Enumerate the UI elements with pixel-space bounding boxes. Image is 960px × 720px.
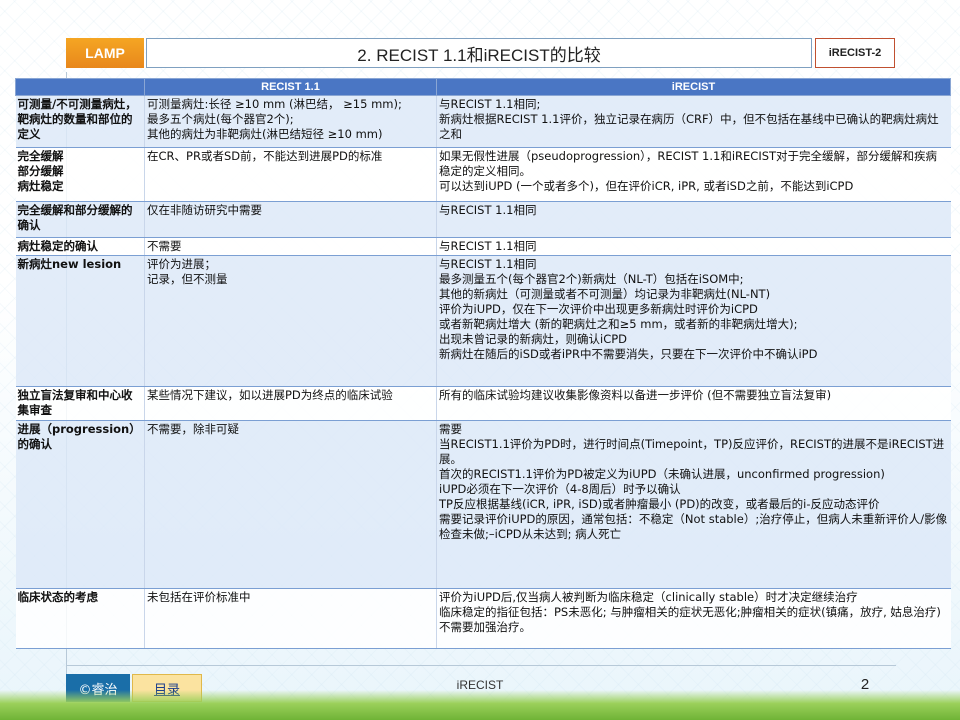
recist-cell: 仅在非随访研究中需要 [144, 201, 437, 238]
comparison-table: RECIST 1.1 iRECIST 可测量/不可测量病灶，靶病灶的数量和部位的… [15, 78, 951, 649]
irecist-cell: 与RECIST 1.1相同 [436, 237, 951, 256]
footer-divider [66, 665, 896, 666]
cell-line: 记录，但不测量 [147, 272, 228, 286]
recist-cell: 不需要，除非可疑 [144, 420, 437, 589]
cell-line: 首次的RECIST1.1评价为PD被定义为iUPD（未确认进展，unconfir… [439, 467, 885, 481]
table-row: 完全缓解和部分缓解的确认 仅在非随访研究中需要 与RECIST 1.1相同 [15, 201, 951, 238]
recist-cell: 未包括在评价标准中 [144, 588, 437, 649]
cell-line: 新病灶在随后的iSD或者iPR中不需要消失，只要在下一次评价中不确认iPD [439, 347, 818, 361]
page-title: 2. RECIST 1.1和iRECIST的比较 [146, 38, 812, 68]
cell-line: 某些情况下建议，如以进展PD为终点的临床试验 [147, 388, 393, 402]
table-row: 病灶稳定的确认 不需要 与RECIST 1.1相同 [15, 237, 951, 256]
cell-line: 与RECIST 1.1相同 [439, 239, 537, 253]
cell-line: 不需要 [147, 239, 182, 253]
cell-line: 与RECIST 1.1相同 [439, 257, 537, 271]
irecist-cell: 评价为iUPD后,仅当病人被判断为临床稳定（clinically stable）… [436, 588, 951, 649]
recist-cell: 某些情况下建议，如以进展PD为终点的临床试验 [144, 386, 437, 421]
cell-line: 与RECIST 1.1相同; [439, 97, 541, 111]
cell-line: 可测量/不可测量病灶，靶病灶的数量和部位的定义 [17, 97, 137, 141]
table-row: 可测量/不可测量病灶，靶病灶的数量和部位的定义 可测量病灶:长径 ≥10 mm (… [15, 95, 951, 148]
cell-line: 其他的病灶为非靶病灶(淋巴结短径 ≥10 mm) [147, 127, 383, 141]
cell-line: 出现未曾记录的新病灶，则确认iCPD [439, 332, 628, 346]
irecist-cell: 如果无假性进展（pseudoprogression），RECIST 1.1和iR… [436, 147, 951, 202]
cell-line: 或者新靶病灶增大 (新的靶病灶之和≥5 mm，或者新的非靶病灶增大); [439, 317, 798, 331]
table-row: 完全缓解 部分缓解 病灶稳定 在CR、PR或者SD前，不能达到进展PD的标准 如果无假性… [15, 147, 951, 202]
cell-line: 完全缓解和部分缓解的确认 [17, 203, 133, 232]
cell-line: 独立盲法复审和中心收集审查 [17, 388, 133, 417]
cell-line: 评价为iUPD，仅在下一次评价中出现更多新病灶时评价为iCPD [439, 302, 758, 316]
table-row: 临床状态的考虑 未包括在评价标准中 评价为iUPD后,仅当病人被判断为临床稳定（cl… [15, 588, 951, 649]
criterion-cell: 新病灶new lesion [15, 255, 145, 387]
cell-line: 可测量病灶:长径 ≥10 mm (淋巴结， ≥15 mm); [147, 97, 402, 111]
cell-line: 需要 [439, 422, 462, 436]
recist-cell: 可测量病灶:长径 ≥10 mm (淋巴结， ≥15 mm); 最多五个病灶(每个器… [144, 95, 437, 148]
cell-line: 临床状态的考虑 [17, 590, 99, 604]
cell-line: 最多五个病灶(每个器官2个); [147, 112, 294, 126]
irecist-cell: 所有的临床试验均建议收集影像资料以备进一步评价 (但不需要独立盲法复审) [436, 386, 951, 421]
cell-line: 不需要，除非可疑 [147, 422, 239, 436]
cell-line: TP反应根据基线(iCR, iPR, iSD)或者肿瘤最小 (PD)的改变，或者… [439, 497, 880, 511]
irecist-cell: 需要 当RECIST1.1评价为PD时，进行时间点(Timepoint，TP)反应… [436, 420, 951, 589]
header-cell-recist: RECIST 1.1 [144, 78, 437, 96]
cell-line: 需要记录评价iUPD的原因，通常包括：不稳定（Not stable）;治疗停止，… [439, 512, 948, 541]
cell-line: 最多测量五个(每个器官2个)新病灶（NL-T）包括在iSOM中; [439, 272, 744, 286]
cell-line: 新病灶new lesion [17, 257, 122, 271]
cell-line: 临床稳定的指征包括：PS未恶化; 与肿瘤相关的症状无恶化;肿瘤相关的症状(镇痛，… [439, 605, 941, 634]
cell-line: 当RECIST1.1评价为PD时，进行时间点(Timepoint，TP)反应评价… [439, 437, 945, 466]
irecist-cell: 与RECIST 1.1相同; 新病灶根据RECIST 1.1评价，独立记录在病历（… [436, 95, 951, 148]
cell-line: iUPD必须在下一次评价（4-8周后）时予以确认 [439, 482, 681, 496]
table-row: 新病灶new lesion 评价为进展； 记录，但不测量 与RECIST 1.1相同最… [15, 255, 951, 387]
criterion-cell: 病灶稳定的确认 [15, 237, 145, 256]
cell-line: 评价为iUPD后,仅当病人被判断为临床稳定（clinically stable）… [439, 590, 858, 604]
cell-line: 病灶稳定 [17, 179, 64, 193]
cell-line: 可以达到iUPD (一个或者多个)，但在评价iCR, iPR, 或者iSD之前，… [439, 179, 854, 193]
header-cell-criterion [15, 78, 145, 96]
cell-line: 部分缓解 [17, 164, 64, 178]
cell-line: 未包括在评价标准中 [147, 590, 251, 604]
cell-line: 所有的临床试验均建议收集影像资料以备进一步评价 (但不需要独立盲法复审) [439, 388, 832, 402]
table-row: 独立盲法复审和中心收集审查 某些情况下建议，如以进展PD为终点的临床试验 所有的临床… [15, 386, 951, 421]
irecist-cell: 与RECIST 1.1相同 最多测量五个(每个器官2个)新病灶（NL-T）包括在i… [436, 255, 951, 387]
cell-line: 评价为进展； [147, 257, 216, 271]
criterion-cell: 临床状态的考虑 [15, 588, 145, 649]
logo: LAMP [66, 38, 144, 68]
table-header-row: RECIST 1.1 iRECIST [15, 78, 951, 96]
criterion-cell: 可测量/不可测量病灶，靶病灶的数量和部位的定义 [15, 95, 145, 148]
cell-line: 如果无假性进展（pseudoprogression），RECIST 1.1和iR… [439, 149, 938, 178]
criterion-cell: 完全缓解 部分缓解 病灶稳定 [15, 147, 145, 202]
cell-line: 新病灶根据RECIST 1.1评价，独立记录在病历（CRF）中，但不包括在基线中… [439, 112, 939, 141]
irecist-cell: 与RECIST 1.1相同 [436, 201, 951, 238]
cell-line: 进展（progression）的确认 [17, 422, 141, 451]
grass-decoration [0, 690, 960, 720]
recist-cell: 在CR、PR或者SD前，不能达到进展PD的标准 [144, 147, 437, 202]
recist-cell: 评价为进展； 记录，但不测量 [144, 255, 437, 387]
criterion-cell: 独立盲法复审和中心收集审查 [15, 386, 145, 421]
cell-line: 与RECIST 1.1相同 [439, 203, 537, 217]
criterion-cell: 完全缓解和部分缓解的确认 [15, 201, 145, 238]
table-row: 进展（progression）的确认 不需要，除非可疑 需要 当RECIST1.1评价… [15, 420, 951, 589]
cell-line: 其他的新病灶（可测量或者不可测量）均记录为非靶病灶(NL-NT) [439, 287, 771, 301]
cell-line: 病灶稳定的确认 [17, 239, 99, 253]
cell-line: 完全缓解 [17, 149, 64, 163]
recist-cell: 不需要 [144, 237, 437, 256]
criterion-cell: 进展（progression）的确认 [15, 420, 145, 589]
cell-line: 仅在非随访研究中需要 [147, 203, 262, 217]
header-cell-irecist: iRECIST [436, 78, 951, 96]
cell-line: 在CR、PR或者SD前，不能达到进展PD的标准 [147, 149, 383, 163]
slide-tag: iRECIST-2 [815, 38, 895, 68]
